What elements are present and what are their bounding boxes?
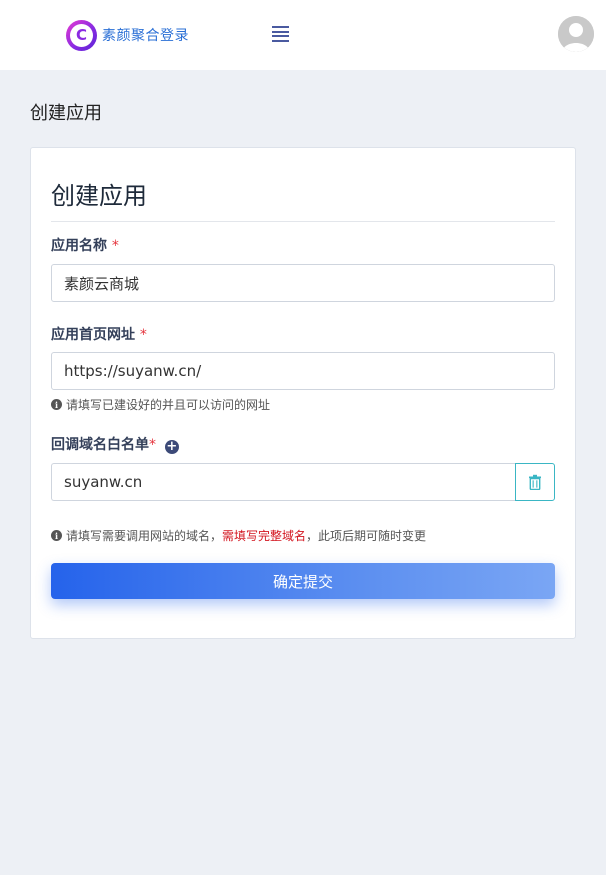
- callback-hint-highlight: 需填写完整域名: [222, 529, 307, 543]
- submit-button[interactable]: 确定提交: [51, 563, 555, 599]
- plus-circle-icon[interactable]: +: [164, 440, 179, 454]
- callback-whitelist-label: 回调域名白名单* +: [51, 434, 179, 454]
- callback-hint-suffix: ，此项后期可随时变更: [306, 529, 427, 543]
- info-icon: i: [51, 399, 62, 410]
- homepage-url-hint-text: 请填写已建设好的并且可以访问的网址: [66, 398, 271, 412]
- top-navbar: C 素颜聚合登录: [0, 0, 606, 70]
- user-avatar-icon[interactable]: [558, 16, 594, 52]
- card-title: 创建应用: [51, 176, 555, 222]
- info-icon: i: [51, 530, 62, 541]
- app-name-input[interactable]: [51, 264, 555, 302]
- delete-domain-button[interactable]: [515, 463, 555, 501]
- callback-hint-prefix: 请填写需要调用网站的域名，: [66, 529, 223, 543]
- brand-name: 素颜聚合登录: [102, 28, 189, 44]
- required-mark: *: [111, 238, 119, 254]
- hamburger-icon[interactable]: [272, 26, 289, 42]
- callback-domain-row: [51, 463, 555, 501]
- homepage-url-label-text: 应用首页网址: [51, 327, 135, 343]
- required-mark: *: [149, 437, 156, 453]
- callback-domain-hint: i 请填写需要调用网站的域名， 需填写完整域名 ，此项后期可随时变更: [51, 527, 426, 544]
- homepage-url-hint: i 请填写已建设好的并且可以访问的网址: [51, 396, 270, 413]
- trash-icon: [529, 474, 541, 490]
- homepage-url-label: 应用首页网址 *: [51, 324, 147, 344]
- create-app-card: 创建应用 应用名称 * 应用首页网址 * i 请填写已建设好的并且可以访问的网址…: [30, 147, 576, 639]
- brand-logo-letter: C: [70, 23, 93, 47]
- required-mark: *: [139, 327, 147, 343]
- app-name-label-text: 应用名称: [51, 238, 107, 254]
- brand[interactable]: C 素颜聚合登录: [66, 19, 189, 51]
- app-name-label: 应用名称 *: [51, 235, 119, 255]
- callback-whitelist-label-text: 回调域名白名单: [51, 437, 149, 453]
- page-title: 创建应用: [30, 103, 102, 124]
- homepage-url-input[interactable]: [51, 352, 555, 390]
- brand-logo-icon: C: [66, 19, 97, 51]
- callback-domain-input[interactable]: [51, 463, 515, 501]
